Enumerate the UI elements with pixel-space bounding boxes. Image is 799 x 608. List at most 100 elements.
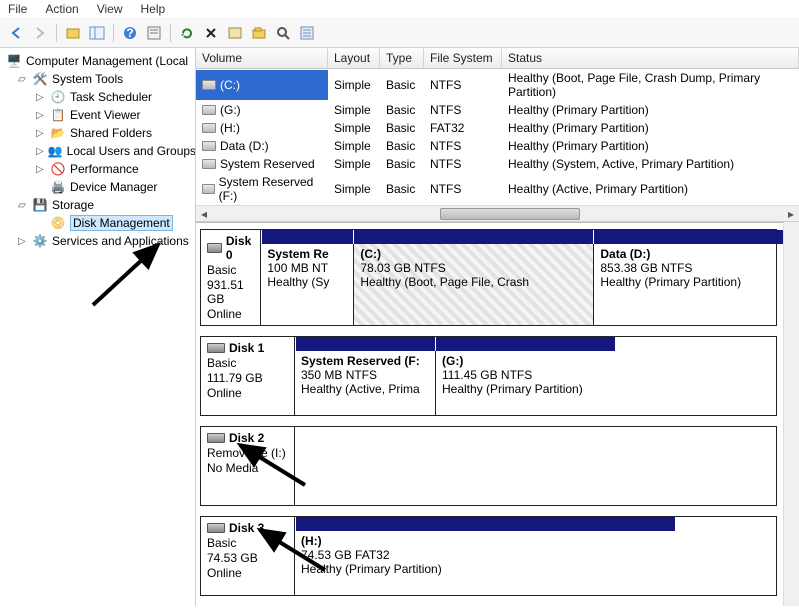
help-icon[interactable]: ? [120,23,140,43]
tree-storage[interactable]: ▱💾Storage [2,196,193,214]
partition-status: Healthy (Sy [267,275,347,289]
disk-state: No Media [207,461,288,475]
partition[interactable]: (H:)74.53 GB FAT32Healthy (Primary Parti… [295,531,675,595]
partition-size: 853.38 GB NTFS [600,261,783,275]
storage-icon: 💾 [32,197,48,213]
show-hide-tree-icon[interactable] [87,23,107,43]
device-icon: 🖨️ [50,179,66,195]
partition-status: Healthy (Primary Partition) [442,382,609,396]
volume-header: Volume Layout Type File System Status [196,48,799,69]
volume-type: Basic [380,120,424,136]
zoom-icon[interactable] [273,23,293,43]
volume-name: Data (D:) [220,139,269,153]
volume-layout: Simple [328,156,380,172]
disk-name: Disk 2 [229,431,264,445]
volume-layout: Simple [328,120,380,136]
volume-fs: NTFS [424,102,502,118]
volume-row[interactable]: System Reserved (F:)SimpleBasicNTFSHealt… [196,173,799,205]
disk-name: Disk 3 [229,521,264,535]
volume-row[interactable]: (H:)SimpleBasicFAT32Healthy (Primary Par… [196,119,799,137]
forward-button[interactable] [30,23,50,43]
scroll-left-icon[interactable]: ◂ [196,207,212,221]
volume-row[interactable]: Data (D:)SimpleBasicNTFSHealthy (Primary… [196,137,799,155]
disk-map: Disk 0Basic931.51 GBOnlineSystem Re100 M… [196,222,783,606]
volume-fs: NTFS [424,174,502,204]
disk-row[interactable]: Disk 0Basic931.51 GBOnlineSystem Re100 M… [200,229,777,326]
volume-status: Healthy (Boot, Page File, Crash Dump, Pr… [502,70,799,100]
disk-icon: 📀 [50,215,66,231]
partition-status: Healthy (Boot, Page File, Crash [360,275,587,289]
tree-event-viewer[interactable]: ▷📋Event Viewer [2,106,193,124]
partition[interactable]: System Re100 MB NTHealthy (Sy [261,244,353,325]
partition-name: Data (D:) [600,247,783,261]
properties-icon[interactable] [144,23,164,43]
tree-task-scheduler[interactable]: ▷🕘Task Scheduler [2,88,193,106]
list-icon[interactable] [297,23,317,43]
tree-disk-management[interactable]: 📀Disk Management [2,214,193,232]
users-icon: 👥 [48,143,63,159]
clock-icon: 🕘 [50,89,66,105]
tree-performance[interactable]: ▷🚫Performance [2,160,193,178]
volume-status: Healthy (Primary Partition) [502,120,799,136]
tree-shared-folders[interactable]: ▷📂Shared Folders [2,124,193,142]
settings-icon[interactable] [225,23,245,43]
col-type[interactable]: Type [380,48,424,68]
folder-icon: 📂 [50,125,66,141]
disk-name: Disk 1 [229,341,264,355]
disk-row[interactable]: Disk 3Basic74.53 GBOnline(H:)74.53 GB FA… [200,516,777,596]
computer-icon: 🖥️ [6,53,22,69]
disk-size: 74.53 GB [207,551,288,565]
partition[interactable]: (G:)111.45 GB NTFSHealthy (Primary Parti… [435,351,615,415]
col-status[interactable]: Status [502,48,799,68]
collapse-icon: ▱ [18,200,28,211]
disk-size: 111.79 GB [207,371,288,385]
disk-row[interactable]: Disk 2Removable (I:)No Media [200,426,777,506]
partition[interactable]: System Reserved (F:350 MB NTFSHealthy (A… [295,351,435,415]
disk-kind: Basic [207,356,288,370]
drive-icon [202,141,216,151]
partition-status: Healthy (Primary Partition) [301,562,669,576]
refresh-icon[interactable] [177,23,197,43]
volume-row[interactable]: (C:)SimpleBasicNTFSHealthy (Boot, Page F… [196,69,799,101]
volume-type: Basic [380,174,424,204]
tree-system-tools[interactable]: ▱🛠️System Tools [2,70,193,88]
volume-row[interactable]: (G:)SimpleBasicNTFSHealthy (Primary Part… [196,101,799,119]
services-icon: ⚙️ [32,233,48,249]
disk-info: Disk 3Basic74.53 GBOnline [201,517,295,595]
open-icon[interactable] [249,23,269,43]
nav-tree: 🖥️Computer Management (Local ▱🛠️System T… [0,48,196,606]
tree-local-users[interactable]: ▷👥Local Users and Groups [2,142,193,160]
up-icon[interactable] [63,23,83,43]
disk-name: Disk 0 [226,234,254,262]
tree-device-manager[interactable]: 🖨️Device Manager [2,178,193,196]
horizontal-scrollbar[interactable]: ◂ ▸ [196,205,799,221]
menu-file[interactable]: File [8,2,27,16]
disk-row[interactable]: Disk 1Basic111.79 GBOnlineSystem Reserve… [200,336,777,416]
delete-icon[interactable] [201,23,221,43]
volume-type: Basic [380,156,424,172]
menu-action[interactable]: Action [45,2,78,16]
partition-name: (C:) [360,247,587,261]
collapse-icon: ▱ [18,74,28,85]
scroll-right-icon[interactable]: ▸ [783,207,799,221]
menu-view[interactable]: View [97,2,123,16]
volume-row[interactable]: System ReservedSimpleBasicNTFSHealthy (S… [196,155,799,173]
col-filesystem[interactable]: File System [424,48,502,68]
tree-root[interactable]: 🖥️Computer Management (Local [2,52,193,70]
partition-name: System Reserved (F: [301,354,429,368]
disk-kind: Removable (I:) [207,446,288,460]
partition[interactable]: (C:)78.03 GB NTFSHealthy (Boot, Page Fil… [353,244,593,325]
vertical-scrollbar[interactable] [783,222,799,606]
menu-help[interactable]: Help [141,2,166,16]
volume-fs: NTFS [424,70,502,100]
col-layout[interactable]: Layout [328,48,380,68]
partition[interactable]: Data (D:)853.38 GB NTFSHealthy (Primary … [593,244,783,325]
tree-services[interactable]: ▷⚙️Services and Applications [2,232,193,250]
volume-status: Healthy (Primary Partition) [502,102,799,118]
partition-size: 350 MB NTFS [301,368,429,382]
back-button[interactable] [6,23,26,43]
disk-info: Disk 1Basic111.79 GBOnline [201,337,295,415]
disk-info: Disk 2Removable (I:)No Media [201,427,295,505]
col-volume[interactable]: Volume [196,48,328,68]
drive-icon [202,123,216,133]
